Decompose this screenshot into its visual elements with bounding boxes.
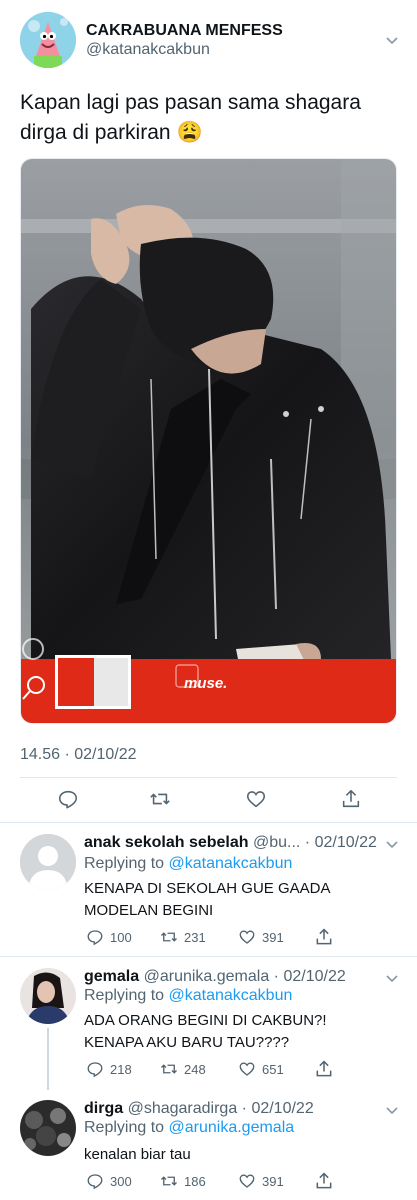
dirga-avatar-icon — [20, 1100, 76, 1156]
handle-date[interactable]: @shagaradirga · 02/10/22 — [128, 1100, 314, 1117]
like-icon — [239, 1062, 255, 1076]
chevron-down-icon[interactable] — [384, 970, 400, 986]
retweet-count[interactable]: 231 — [160, 928, 206, 946]
reply-icon — [87, 1174, 103, 1190]
like-icon — [239, 1174, 255, 1188]
like-count[interactable]: 391 — [238, 1172, 284, 1190]
chevron-down-icon[interactable] — [384, 1102, 400, 1118]
reply-count[interactable]: 100 — [86, 928, 132, 946]
like-count[interactable]: 651 — [238, 1060, 284, 1078]
retweet-count[interactable]: 186 — [160, 1172, 206, 1190]
like-icon[interactable] — [245, 788, 267, 810]
avatar[interactable] — [20, 12, 76, 68]
tweet-text: Kapan lagi pas pasan sama shagara dirga … — [20, 91, 361, 144]
replying-to: Replying to @katanakcakbun — [84, 855, 293, 872]
reply-text: ADA ORANG BEGINI DI CAKBUN?! KENAPA AKU … — [84, 1012, 327, 1051]
share-icon[interactable] — [314, 927, 334, 947]
like-count[interactable]: 391 — [238, 928, 284, 946]
reply-text: kenalan biar tau — [84, 1146, 191, 1163]
thread-connector — [47, 1028, 49, 1090]
reply-tweet[interactable]: gemala @arunika.gemala · 02/10/22 Replyi… — [0, 956, 417, 1090]
replying-to: Replying to @arunika.gemala — [84, 1119, 295, 1136]
gemala-avatar-icon — [20, 968, 76, 1024]
replying-to-link[interactable]: @arunika.gemala — [169, 1119, 295, 1136]
retweet-icon — [161, 932, 177, 942]
display-name[interactable]: CAKRABUANA MENFESS — [86, 22, 283, 40]
reply-header: dirga @shagaradirga · 02/10/22 — [84, 1100, 314, 1118]
display-name[interactable]: dirga — [84, 1100, 123, 1117]
reply-header: gemala @arunika.gemala · 02/10/22 — [84, 968, 346, 986]
share-icon[interactable] — [314, 1059, 334, 1079]
reply-icon[interactable] — [57, 788, 79, 810]
reply-count[interactable]: 300 — [86, 1172, 132, 1190]
display-name[interactable]: anak sekolah sebelah — [84, 834, 249, 851]
replying-to-link[interactable]: @katanakcakbun — [169, 987, 293, 1004]
share-icon[interactable] — [340, 788, 362, 810]
patrick-avatar-icon — [20, 12, 76, 68]
avatar[interactable] — [20, 834, 76, 890]
reply-tweet[interactable]: dirga @shagaradirga · 02/10/22 Replying … — [0, 1090, 417, 1200]
display-name[interactable]: gemala — [84, 968, 139, 985]
chevron-down-icon[interactable] — [384, 32, 400, 48]
retweet-icon — [161, 1176, 177, 1186]
reply-text: KENAPA DI SEKOLAH GUE GAADA MODELAN BEGI… — [84, 880, 331, 919]
reply-header: anak sekolah sebelah @bu... · 02/10/22 — [84, 834, 377, 852]
tweet-photo[interactable]: muse. — [20, 158, 397, 724]
avatar[interactable] — [20, 1100, 76, 1156]
reply-count[interactable]: 218 — [86, 1060, 132, 1078]
reply-tweet[interactable]: anak sekolah sebelah @bu... · 02/10/22 R… — [0, 822, 417, 956]
retweet-icon[interactable] — [149, 788, 171, 810]
handle-date[interactable]: @bu... · 02/10/22 — [253, 834, 377, 851]
weary-face-icon: 😩 — [176, 121, 203, 144]
photo-content — [21, 159, 396, 723]
default-avatar-icon — [20, 834, 76, 890]
user-handle[interactable]: @katanakcakbun — [86, 41, 210, 59]
reply-icon — [87, 1062, 103, 1078]
replying-to-link[interactable]: @katanakcakbun — [169, 855, 293, 872]
divider — [20, 777, 397, 778]
like-icon — [239, 930, 255, 944]
reply-icon — [87, 930, 103, 946]
handle-date[interactable]: @arunika.gemala · 02/10/22 — [144, 968, 346, 985]
retweet-count[interactable]: 248 — [160, 1060, 206, 1078]
retweet-icon — [161, 1064, 177, 1074]
main-tweet: CAKRABUANA MENFESS @katanakcakbun Kapan … — [0, 0, 417, 822]
avatar[interactable] — [20, 968, 76, 1024]
tweet-timestamp[interactable]: 14.56 · 02/10/22 — [20, 746, 137, 764]
share-icon[interactable] — [314, 1171, 334, 1191]
replying-to: Replying to @katanakcakbun — [84, 987, 293, 1004]
watermark-text: muse. — [184, 675, 228, 692]
chevron-down-icon[interactable] — [384, 836, 400, 852]
